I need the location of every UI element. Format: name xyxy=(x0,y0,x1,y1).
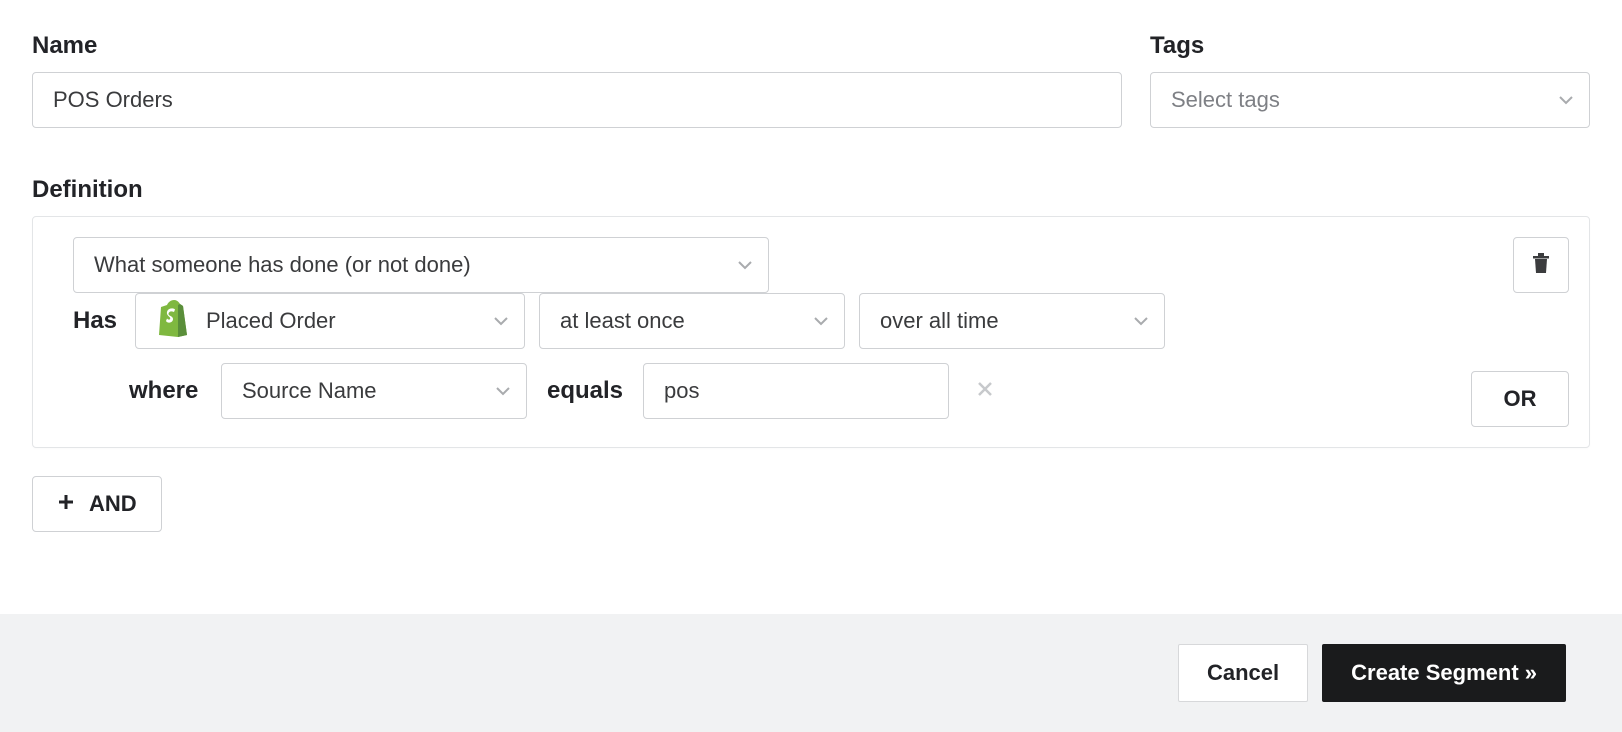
chevron-down-icon xyxy=(814,316,828,326)
close-icon xyxy=(976,380,994,403)
footer-bar: Cancel Create Segment » xyxy=(0,614,1622,732)
frequency-value: at least once xyxy=(560,308,685,334)
plus-icon xyxy=(57,491,75,517)
name-label: Name xyxy=(32,32,1122,60)
has-label: Has xyxy=(73,307,121,335)
chevron-down-icon xyxy=(496,386,510,396)
event-value: Placed Order xyxy=(206,308,336,334)
and-button-label: AND xyxy=(89,491,137,517)
cancel-label: Cancel xyxy=(1207,660,1279,686)
tags-label: Tags xyxy=(1150,32,1590,60)
timeframe-select[interactable]: over all time xyxy=(859,293,1165,349)
or-button[interactable]: OR xyxy=(1471,371,1569,427)
remove-filter-button[interactable] xyxy=(969,375,1001,407)
frequency-select[interactable]: at least once xyxy=(539,293,845,349)
operator-label: equals xyxy=(541,377,629,405)
chevron-down-icon xyxy=(738,260,752,270)
property-value: Source Name xyxy=(242,378,377,404)
definition-card: What someone has done (or not done) Has xyxy=(32,216,1590,448)
chevron-down-icon xyxy=(1559,95,1573,105)
tags-placeholder: Select tags xyxy=(1171,87,1280,113)
cancel-button[interactable]: Cancel xyxy=(1178,644,1308,702)
delete-condition-button[interactable] xyxy=(1513,237,1569,293)
tags-select[interactable]: Select tags xyxy=(1150,72,1590,128)
name-input[interactable] xyxy=(32,72,1122,128)
condition-type-select[interactable]: What someone has done (or not done) xyxy=(73,237,769,293)
definition-label: Definition xyxy=(32,176,1590,204)
chevron-down-icon xyxy=(494,316,508,326)
and-button[interactable]: AND xyxy=(32,476,162,532)
trash-icon xyxy=(1531,252,1551,279)
property-value-input[interactable] xyxy=(643,363,949,419)
create-segment-button[interactable]: Create Segment » xyxy=(1322,644,1566,702)
create-label: Create Segment » xyxy=(1351,660,1537,686)
event-select[interactable]: Placed Order xyxy=(135,293,525,349)
where-label: where xyxy=(129,377,207,405)
property-select[interactable]: Source Name xyxy=(221,363,527,419)
timeframe-value: over all time xyxy=(880,308,999,334)
or-button-label: OR xyxy=(1504,386,1537,412)
shopify-icon xyxy=(156,299,190,343)
condition-type-value: What someone has done (or not done) xyxy=(94,252,471,278)
chevron-down-icon xyxy=(1134,316,1148,326)
